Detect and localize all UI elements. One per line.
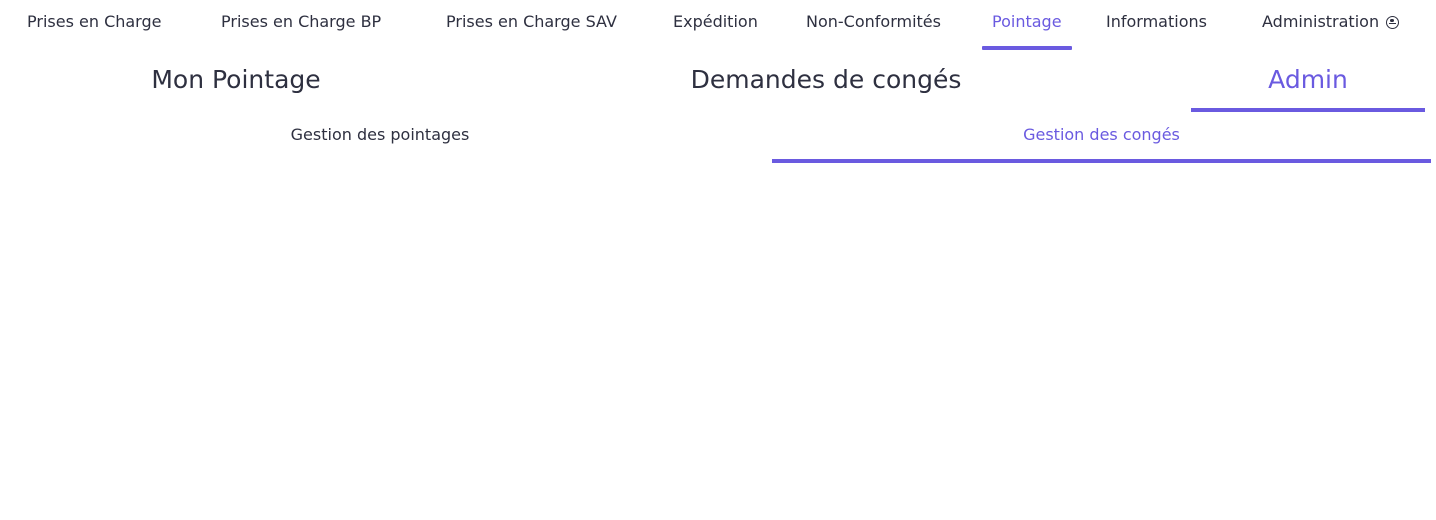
tab-label: Non-Conformités (806, 12, 941, 31)
pointage-sub-navigation: Mon Pointage Demandes de congés Admin (0, 52, 1436, 114)
tab-label: Informations (1106, 12, 1207, 31)
tab-prises-en-charge-bp[interactable]: Prises en Charge BP (221, 0, 381, 50)
subtab-mon-pointage[interactable]: Mon Pointage (0, 52, 472, 112)
tab-label: Administration (1262, 12, 1380, 31)
active-tab-indicator (772, 159, 1431, 163)
tab-label: Gestion des pointages (290, 125, 470, 144)
tab-pointage[interactable]: Pointage (982, 0, 1072, 50)
tab-administration[interactable]: Administration (1262, 0, 1400, 50)
active-tab-indicator (982, 46, 1072, 50)
tab-prises-en-charge-sav[interactable]: Prises en Charge SAV (446, 0, 617, 50)
subtab-label: Admin (1268, 65, 1348, 94)
tab-prises-en-charge[interactable]: Prises en Charge (27, 0, 161, 50)
tab-gestion-des-pointages[interactable]: Gestion des pointages (0, 115, 760, 163)
subtab-label: Demandes de congés (690, 65, 962, 94)
tab-non-conformites[interactable]: Non-Conformités (806, 0, 941, 50)
subtab-admin[interactable]: Admin (1191, 52, 1425, 112)
tab-label: Expédition (673, 12, 758, 31)
tab-label: Prises en Charge SAV (446, 12, 617, 31)
tab-informations[interactable]: Informations (1106, 0, 1207, 50)
main-navigation: Prises en Charge Prises en Charge BP Pri… (0, 0, 1436, 50)
tab-expedition[interactable]: Expédition (673, 0, 758, 50)
subtab-label: Mon Pointage (151, 65, 321, 94)
tab-label: Prises en Charge (27, 12, 162, 31)
tab-label: Prises en Charge BP (221, 12, 382, 31)
content-area (0, 166, 1436, 520)
tab-label: Pointage (992, 12, 1062, 31)
tab-gestion-des-conges[interactable]: Gestion des congés (772, 115, 1431, 163)
active-subtab-indicator (1191, 108, 1425, 112)
admin-user-icon (1386, 16, 1400, 29)
tab-label: Gestion des congés (1023, 125, 1180, 144)
admin-sub-navigation: Gestion des pointages Gestion des congés (0, 115, 1436, 165)
subtab-demandes-de-conges[interactable]: Demandes de congés (600, 52, 1052, 112)
